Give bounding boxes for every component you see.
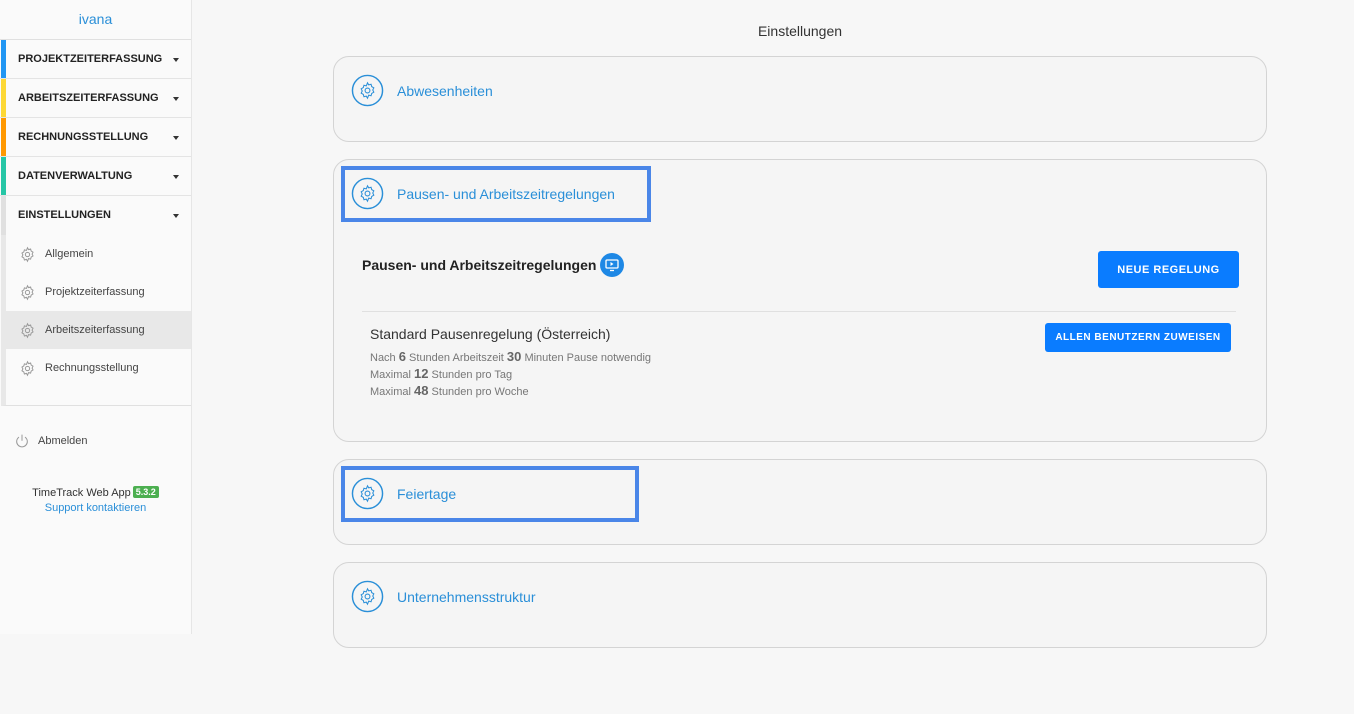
power-icon	[16, 434, 28, 448]
assign-all-users-button[interactable]: ALLEN BENUTZERN ZUWEISEN	[1045, 323, 1231, 352]
sub-item-label: Projektzeiterfassung	[45, 286, 145, 298]
section-title-text: Pausen- und Arbeitszeitregelungen	[362, 257, 597, 273]
card-title: Abwesenheiten	[397, 82, 493, 99]
gear-icon	[21, 246, 34, 262]
gear-icon	[351, 177, 384, 210]
nav-label: ARBEITSZEITERFASSUNG	[18, 92, 159, 104]
nav-color-bar	[1, 196, 6, 235]
card-holidays: Feiertage	[333, 459, 1267, 545]
nav-color-bar	[1, 157, 6, 195]
sub-item-label: Rechnungsstellung	[45, 362, 139, 374]
gear-icon	[21, 322, 34, 338]
rule-text: Maximal	[370, 386, 411, 398]
nav-label: EINSTELLUNGEN	[18, 209, 111, 221]
nav-color-bar	[1, 118, 6, 156]
nav-color-bar	[1, 79, 6, 117]
sub-item-allgemein[interactable]: Allgemein	[6, 235, 191, 273]
sub-item-arbeitszeiterfassung[interactable]: Arbeitszeiterfassung	[6, 311, 191, 349]
support-link[interactable]: Support kontaktieren	[0, 502, 191, 514]
sub-item-label: Arbeitszeiterfassung	[45, 324, 145, 336]
rule-text: Stunden Arbeitszeit	[409, 352, 504, 364]
rule-detail-break: Nach 6 Stunden Arbeitszeit 30 Minuten Pa…	[370, 349, 651, 364]
new-rule-button[interactable]: NEUE REGELUNG	[1098, 251, 1239, 288]
nav-item-rechnungsstellung[interactable]: RECHNUNGSSTELLUNG	[0, 118, 191, 157]
gear-icon	[21, 360, 34, 376]
nav-item-arbeitszeiterfassung[interactable]: ARBEITSZEITERFASSUNG	[0, 79, 191, 118]
nav-item-projektzeiterfassung[interactable]: PROJEKTZEITERFASSUNG	[0, 40, 191, 79]
card-breaks: Pausen- und Arbeitszeitregelungen Pausen…	[333, 159, 1267, 442]
version-badge: 5.3.2	[132, 486, 159, 498]
app-info: TimeTrack Web App 5.3.2 Support kontaktie…	[0, 486, 191, 514]
rule-text: Minuten Pause notwendig	[524, 352, 652, 364]
caret-down-icon	[173, 97, 179, 101]
rule-hours-value: 6	[398, 349, 406, 364]
card-title: Feiertage	[397, 485, 457, 502]
rule-text: Maximal	[370, 369, 411, 381]
sub-item-projektzeiterfassung[interactable]: Projektzeiterfassung	[6, 273, 191, 311]
nav-label: PROJEKTZEITERFASSUNG	[18, 53, 163, 65]
rule-daily-value: 12	[414, 366, 429, 381]
page-title: Einstellungen	[757, 23, 843, 39]
gear-icon	[21, 284, 34, 300]
settings-submenu: Allgemein Projektzeiterfassung Arbeitsze…	[1, 235, 191, 406]
card-company-structure: Unternehmensstruktur	[333, 562, 1267, 648]
monitor-play-icon	[605, 259, 620, 272]
card-absences: Abwesenheiten	[333, 56, 1267, 142]
divider	[362, 311, 1236, 312]
rule-detail-daily: Maximal 12 Stunden pro Tag	[370, 366, 512, 381]
gear-icon	[351, 477, 384, 510]
rule-text: Stunden pro Tag	[431, 369, 513, 381]
card-header-holidays[interactable]: Feiertage	[351, 477, 456, 510]
logout-label: Abmelden	[38, 435, 88, 447]
sub-item-label: Allgemein	[45, 248, 94, 260]
sub-item-rechnungsstellung[interactable]: Rechnungsstellung	[6, 349, 191, 387]
caret-down-icon	[173, 136, 179, 140]
rule-detail-weekly: Maximal 48 Stunden pro Woche	[370, 383, 529, 398]
submenu-spacer	[6, 387, 191, 405]
caret-down-icon	[173, 214, 179, 218]
rule-name: Standard Pausenregelung (Österreich)	[370, 326, 611, 342]
video-tutorial-icon[interactable]	[600, 253, 625, 277]
card-title: Pausen- und Arbeitszeitregelungen	[397, 185, 615, 202]
gear-icon	[351, 74, 384, 107]
nav-item-einstellungen[interactable]: EINSTELLUNGEN	[0, 196, 191, 235]
rule-text: Stunden pro Woche	[431, 386, 529, 398]
gear-icon	[351, 580, 384, 613]
caret-down-icon	[173, 175, 179, 179]
card-header-absences[interactable]: Abwesenheiten	[351, 74, 493, 107]
nav-item-datenverwaltung[interactable]: DATENVERWALTUNG	[0, 157, 191, 196]
logout-button[interactable]: Abmelden	[0, 422, 191, 460]
card-header-company-structure[interactable]: Unternehmensstruktur	[351, 580, 536, 613]
nav-label: DATENVERWALTUNG	[18, 170, 133, 182]
rule-text: Nach	[370, 352, 396, 364]
card-title: Unternehmensstruktur	[397, 588, 536, 605]
rule-weekly-value: 48	[414, 383, 429, 398]
rule-minutes-value: 30	[506, 349, 522, 364]
section-title: Pausen- und Arbeitszeitregelungen	[362, 253, 625, 277]
app-name: TimeTrack Web App	[32, 487, 131, 499]
nav-label: RECHNUNGSSTELLUNG	[18, 131, 149, 143]
card-header-breaks[interactable]: Pausen- und Arbeitszeitregelungen	[351, 177, 615, 210]
caret-down-icon	[173, 58, 179, 62]
user-name[interactable]: ivana	[0, 0, 191, 40]
sidebar: ivana PROJEKTZEITERFASSUNG ARBEITSZEITER…	[0, 0, 192, 634]
nav-color-bar	[1, 40, 6, 78]
